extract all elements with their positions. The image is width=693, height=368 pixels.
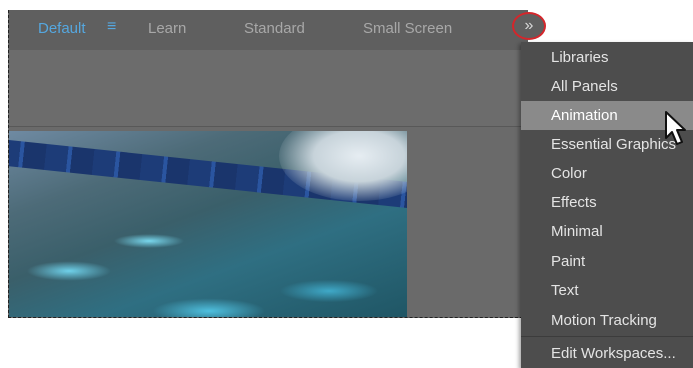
menu-item-libraries[interactable]: Libraries — [521, 43, 693, 72]
menu-icon[interactable]: ≡ — [107, 19, 121, 35]
panel-header-area — [9, 50, 528, 127]
video-preview — [9, 131, 407, 317]
menu-item-effects[interactable]: Effects — [521, 188, 693, 217]
menu-item-text[interactable]: Text — [521, 276, 693, 305]
pointer-cursor-icon — [665, 111, 686, 145]
water-surface — [9, 201, 407, 317]
menu-item-minimal[interactable]: Minimal — [521, 217, 693, 246]
chevron-double-right-icon: » — [524, 17, 534, 34]
workspace-tab-default[interactable]: Default — [38, 20, 86, 37]
menu-item-motion-tracking[interactable]: Motion Tracking — [521, 306, 693, 335]
workspace-tab-standard[interactable]: Standard — [244, 20, 305, 37]
menu-item-all-panels[interactable]: All Panels — [521, 72, 693, 101]
workspace-tab-small-screen[interactable]: Small Screen — [363, 20, 452, 37]
app-window: Default ≡ Learn Standard Small Screen — [8, 10, 528, 318]
menu-divider — [521, 336, 693, 337]
workspace-overflow-menu: Libraries All Panels Animation Essential… — [521, 42, 693, 368]
workspace-bar: Default ≡ Learn Standard Small Screen — [9, 10, 528, 50]
menu-item-paint[interactable]: Paint — [521, 247, 693, 276]
workspace-tab-learn[interactable]: Learn — [148, 20, 186, 37]
menu-item-color[interactable]: Color — [521, 159, 693, 188]
workspace-overflow-button[interactable]: » — [512, 12, 546, 40]
menu-item-edit-workspaces[interactable]: Edit Workspaces... — [521, 339, 693, 368]
